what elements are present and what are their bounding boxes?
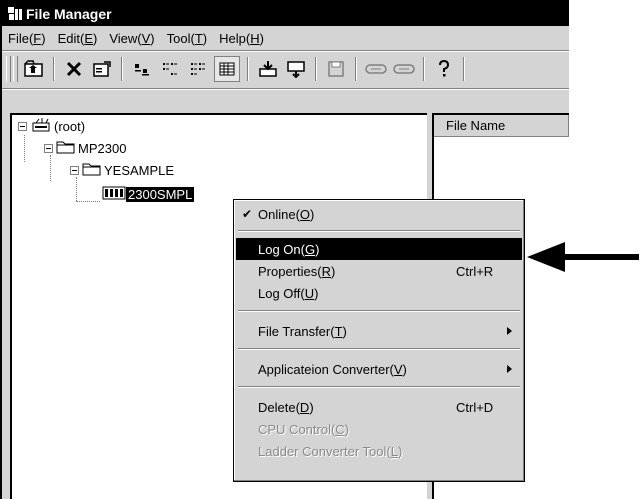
menu-item-label: Log On(G) xyxy=(258,241,320,257)
menu-separator xyxy=(238,310,520,312)
menu-item-cpu-control: CPU Control(C) xyxy=(236,418,522,440)
menu-edit[interactable]: Edit(E) xyxy=(52,31,104,46)
tree-node-2300smpl[interactable]: 2300SMPL xyxy=(102,185,195,204)
menu-item-shortcut: Ctrl+D xyxy=(456,399,494,415)
menu-edit-accel: E xyxy=(84,30,93,46)
collapse-icon[interactable] xyxy=(44,143,53,153)
tree-connector xyxy=(50,155,51,181)
toolbar-separator xyxy=(247,56,249,81)
column-header-file-name[interactable]: File Name xyxy=(434,115,569,137)
menu-item-delete[interactable]: Delete(D) Ctrl+D xyxy=(236,396,522,418)
menu-view-label: View( xyxy=(109,30,142,46)
tree-connector xyxy=(24,135,25,162)
toolbar xyxy=(2,52,569,85)
folder-icon xyxy=(56,140,76,157)
menu-edit-label: Edit( xyxy=(57,30,85,46)
menu-tool-close: ) xyxy=(202,30,208,46)
menu-item-ladder-converter-tool: Ladder Converter Tool(L) xyxy=(236,440,522,462)
tree-node-mp2300[interactable]: MP2300 xyxy=(44,139,128,157)
window-title: File Manager xyxy=(26,6,112,22)
tree-node-yesample[interactable]: YESAMPLE xyxy=(70,161,176,179)
menu-edit-close: ) xyxy=(92,30,98,46)
tree-connector xyxy=(76,177,77,201)
delete-icon[interactable] xyxy=(62,57,86,81)
menu-item-log-off[interactable]: Log Off(U) xyxy=(236,282,522,304)
menu-help-label: Help( xyxy=(219,30,251,46)
toolbar-separator xyxy=(463,56,465,81)
menu-file[interactable]: File(F) xyxy=(2,31,52,46)
column-header-label: File Name xyxy=(446,118,506,133)
menu-help-accel: H xyxy=(250,30,260,46)
menu-file-label: File( xyxy=(8,30,34,46)
help-icon[interactable] xyxy=(432,57,456,81)
tree-connector xyxy=(76,201,100,202)
menu-separator xyxy=(238,348,520,350)
menu-tool-accel: T xyxy=(194,30,203,46)
menu-item-label: Delete(D) xyxy=(258,399,314,415)
title-bar[interactable]: File Manager xyxy=(2,2,569,26)
checkmark-icon: ✔ xyxy=(242,207,253,221)
menu-view-accel: V xyxy=(141,30,151,46)
toolbar-divider xyxy=(2,88,569,90)
list-view-icon[interactable] xyxy=(186,57,210,81)
folder-icon xyxy=(82,162,102,179)
menu-item-label: Log Off(U) xyxy=(258,285,319,301)
submenu-arrow-icon xyxy=(507,365,512,373)
menu-item-label: Online(O) xyxy=(258,206,315,222)
submenu-arrow-icon xyxy=(507,327,512,335)
menu-bar: File(F) Edit(E) View(V) Tool(T) Help(H) xyxy=(2,27,569,49)
tree-node-root[interactable]: (root) xyxy=(18,117,87,135)
toolbar-separator xyxy=(53,56,55,81)
collapse-icon[interactable] xyxy=(70,165,79,175)
context-menu: ✔ Online(O) Log On(G) Properties(R) Ctrl… xyxy=(233,199,525,482)
tree-node-label: (root) xyxy=(54,118,86,134)
transfer-icon[interactable] xyxy=(284,57,308,81)
tree-node-label-selected: 2300SMPL xyxy=(126,186,195,202)
up-folder-icon[interactable] xyxy=(22,57,46,81)
menu-item-log-on[interactable]: Log On(G) xyxy=(236,238,522,260)
link-icon[interactable] xyxy=(364,57,388,81)
menu-separator xyxy=(238,386,520,388)
menu-item-application-converter[interactable]: Applicateion Converter(V) xyxy=(236,358,522,380)
toolbar-grip[interactable] xyxy=(6,55,11,82)
tree-node-label: MP2300 xyxy=(78,140,127,156)
cpu-module-icon xyxy=(102,185,126,204)
callout-arrow-icon xyxy=(527,242,639,272)
menu-item-label: Ladder Converter Tool(L) xyxy=(258,443,403,459)
menu-file-close: ) xyxy=(41,30,46,46)
download-icon[interactable] xyxy=(256,57,280,81)
menu-item-properties[interactable]: Properties(R) Ctrl+R xyxy=(236,260,522,282)
menu-item-label: File Transfer(T) xyxy=(258,323,347,339)
menu-help[interactable]: Help(H) xyxy=(213,31,270,46)
menu-item-file-transfer[interactable]: File Transfer(T) xyxy=(236,320,522,342)
small-icons-icon[interactable] xyxy=(158,57,182,81)
details-view-icon[interactable] xyxy=(214,55,240,82)
properties-icon[interactable] xyxy=(90,57,114,81)
menu-view[interactable]: View(V) xyxy=(103,31,160,46)
menu-item-shortcut: Ctrl+R xyxy=(456,263,494,279)
menu-tool-label: Tool( xyxy=(166,30,195,46)
menu-item-online[interactable]: ✔ Online(O) xyxy=(236,203,522,225)
menu-item-label: CPU Control(C) xyxy=(258,421,350,437)
toolbar-separator xyxy=(315,56,317,81)
menu-tool[interactable]: Tool(T) xyxy=(161,31,213,46)
collapse-icon[interactable] xyxy=(18,121,27,131)
link2-icon[interactable] xyxy=(392,57,416,81)
toolbar-separator xyxy=(355,56,357,81)
menu-view-close: ) xyxy=(150,30,155,46)
network-root-icon xyxy=(30,117,52,136)
toolbar-separator xyxy=(121,56,123,81)
toolbar-separator xyxy=(423,56,425,81)
menu-help-close: ) xyxy=(259,30,264,46)
menu-separator xyxy=(238,230,520,232)
menu-item-label: Applicateion Converter(V) xyxy=(258,361,407,377)
save-icon[interactable] xyxy=(324,57,348,81)
toolbar-grip-2[interactable] xyxy=(13,55,18,82)
menu-item-label: Properties(R) xyxy=(258,263,336,279)
large-icons-icon[interactable] xyxy=(130,57,154,81)
tree-node-label: YESAMPLE xyxy=(104,162,175,178)
file-manager-app-icon xyxy=(8,7,22,21)
